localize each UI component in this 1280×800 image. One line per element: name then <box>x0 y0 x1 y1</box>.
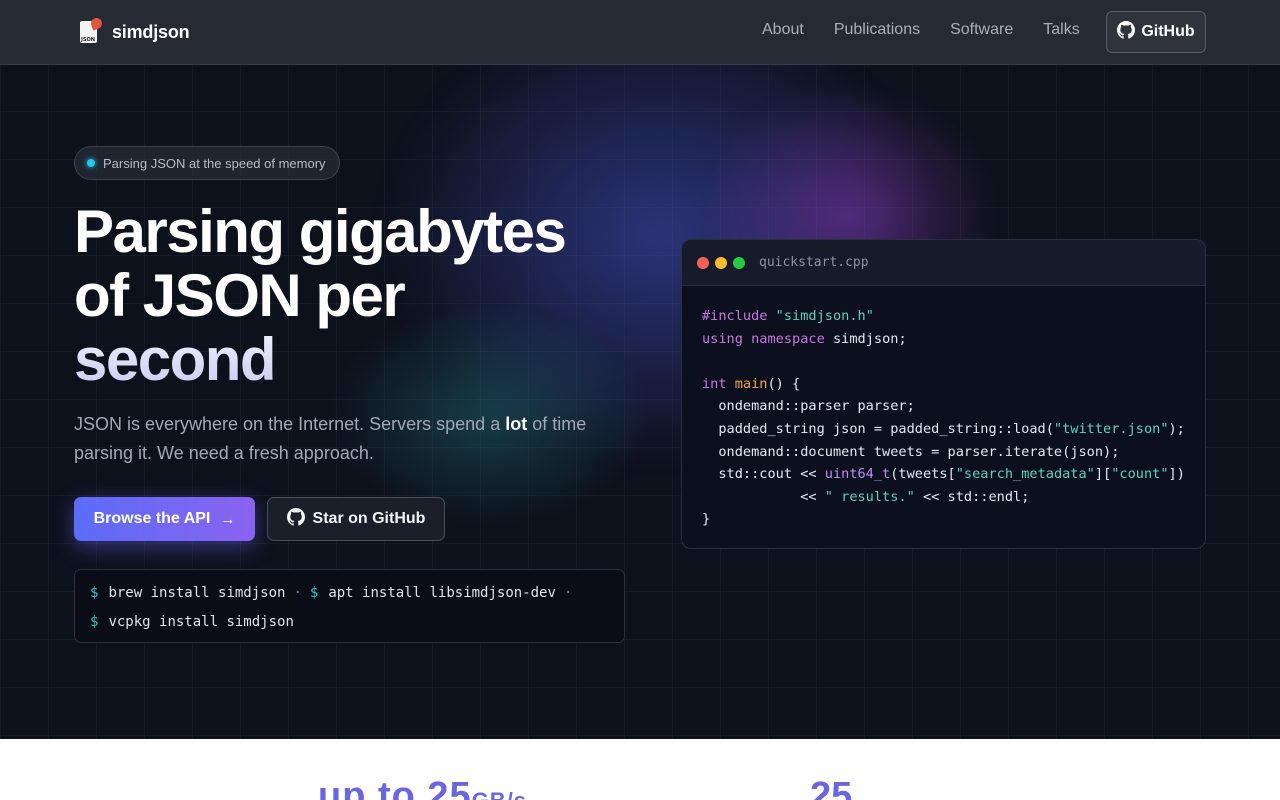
hero-description: JSON is everywhere on the Internet. Serv… <box>74 410 634 468</box>
logo-label: JSON <box>81 37 95 43</box>
brand-link[interactable]: JSON simdjson <box>78 16 190 47</box>
headline-accent: second <box>74 328 634 392</box>
browse-api-button[interactable]: Browse the API → <box>74 497 255 541</box>
status-dot-icon <box>87 159 95 167</box>
throughput-stat: up to 25GB/s <box>318 775 527 800</box>
window-close-dot-icon <box>697 256 709 269</box>
install-commands: $ brew install simdjson · $ apt install libs… <box>74 569 625 643</box>
nav-link-talks[interactable]: Talks <box>1043 21 1079 39</box>
install-cmd-brew[interactable]: brew install simdjson <box>108 585 285 601</box>
window-minimize-dot-icon <box>715 256 727 269</box>
tagline-text: Parsing JSON at the speed of memory <box>103 155 326 171</box>
separator: · <box>563 585 573 601</box>
github-icon <box>1117 20 1136 44</box>
install-cmd-vcpkg[interactable]: vcpkg install simdjson <box>108 614 293 630</box>
headline-line-2: of JSON per <box>74 262 406 329</box>
separator: · <box>293 585 302 601</box>
nav-link-publications[interactable]: Publications <box>834 21 920 39</box>
github-nav-label: GitHub <box>1141 23 1195 40</box>
simdjson-logo-icon: JSON <box>78 16 104 46</box>
install-line-2: $ vcpkg install simdjson <box>90 608 609 637</box>
throughput-value: up to 25 <box>318 775 472 800</box>
nav-link-about[interactable]: About <box>762 21 804 39</box>
github-icon <box>286 507 305 531</box>
code-block: #include "simdjson.h" using namespace si… <box>702 308 1185 528</box>
install-line-1: $ brew install simdjson · $ apt install libs… <box>90 579 609 608</box>
github-nav-button[interactable]: GitHub <box>1106 11 1206 53</box>
brand-name: simdjson <box>112 21 190 42</box>
star-on-github-button[interactable]: Star on GitHub <box>267 497 445 541</box>
tagline-pill: Parsing JSON at the speed of memory <box>74 146 340 180</box>
hero-section: Parsing JSON at the speed of memory Pars… <box>0 65 1280 739</box>
secondary-stat: 25 <box>810 775 852 800</box>
star-on-github-label: Star on GitHub <box>312 510 426 527</box>
nav-link-software[interactable]: Software <box>950 21 1013 39</box>
throughput-unit: GB/s <box>472 788 527 800</box>
description-part-1: JSON is everywhere on the Internet. Serv… <box>74 414 506 434</box>
headline-line-1: Parsing gigabytes <box>74 198 567 265</box>
nav-links: About Publications Software Talks <box>762 21 1110 39</box>
hero-headline: Parsing gigabytes of JSON per second <box>74 200 634 392</box>
secondary-stat-value: 25 <box>810 775 853 800</box>
prompt-symbol: $ <box>90 614 99 630</box>
description-emphasis: lot <box>505 414 528 434</box>
install-cmd-apt[interactable]: apt install libsimdjson-dev <box>328 585 556 601</box>
code-card-header: quickstart.cpp <box>682 240 1205 286</box>
browse-api-label: Browse the API <box>93 510 211 527</box>
top-nav: JSON simdjson About Publications Softwar… <box>0 0 1280 65</box>
arrow-right-icon: → <box>220 510 236 528</box>
prompt-symbol: $ <box>309 585 319 601</box>
code-filename: quickstart.cpp <box>759 255 869 270</box>
prompt-symbol: $ <box>90 585 99 601</box>
code-example-card: quickstart.cpp #include "simdjson.h" usi… <box>681 239 1206 549</box>
window-maximize-dot-icon <box>733 256 745 269</box>
stats-section: up to 25GB/s 25 <box>0 739 1280 800</box>
